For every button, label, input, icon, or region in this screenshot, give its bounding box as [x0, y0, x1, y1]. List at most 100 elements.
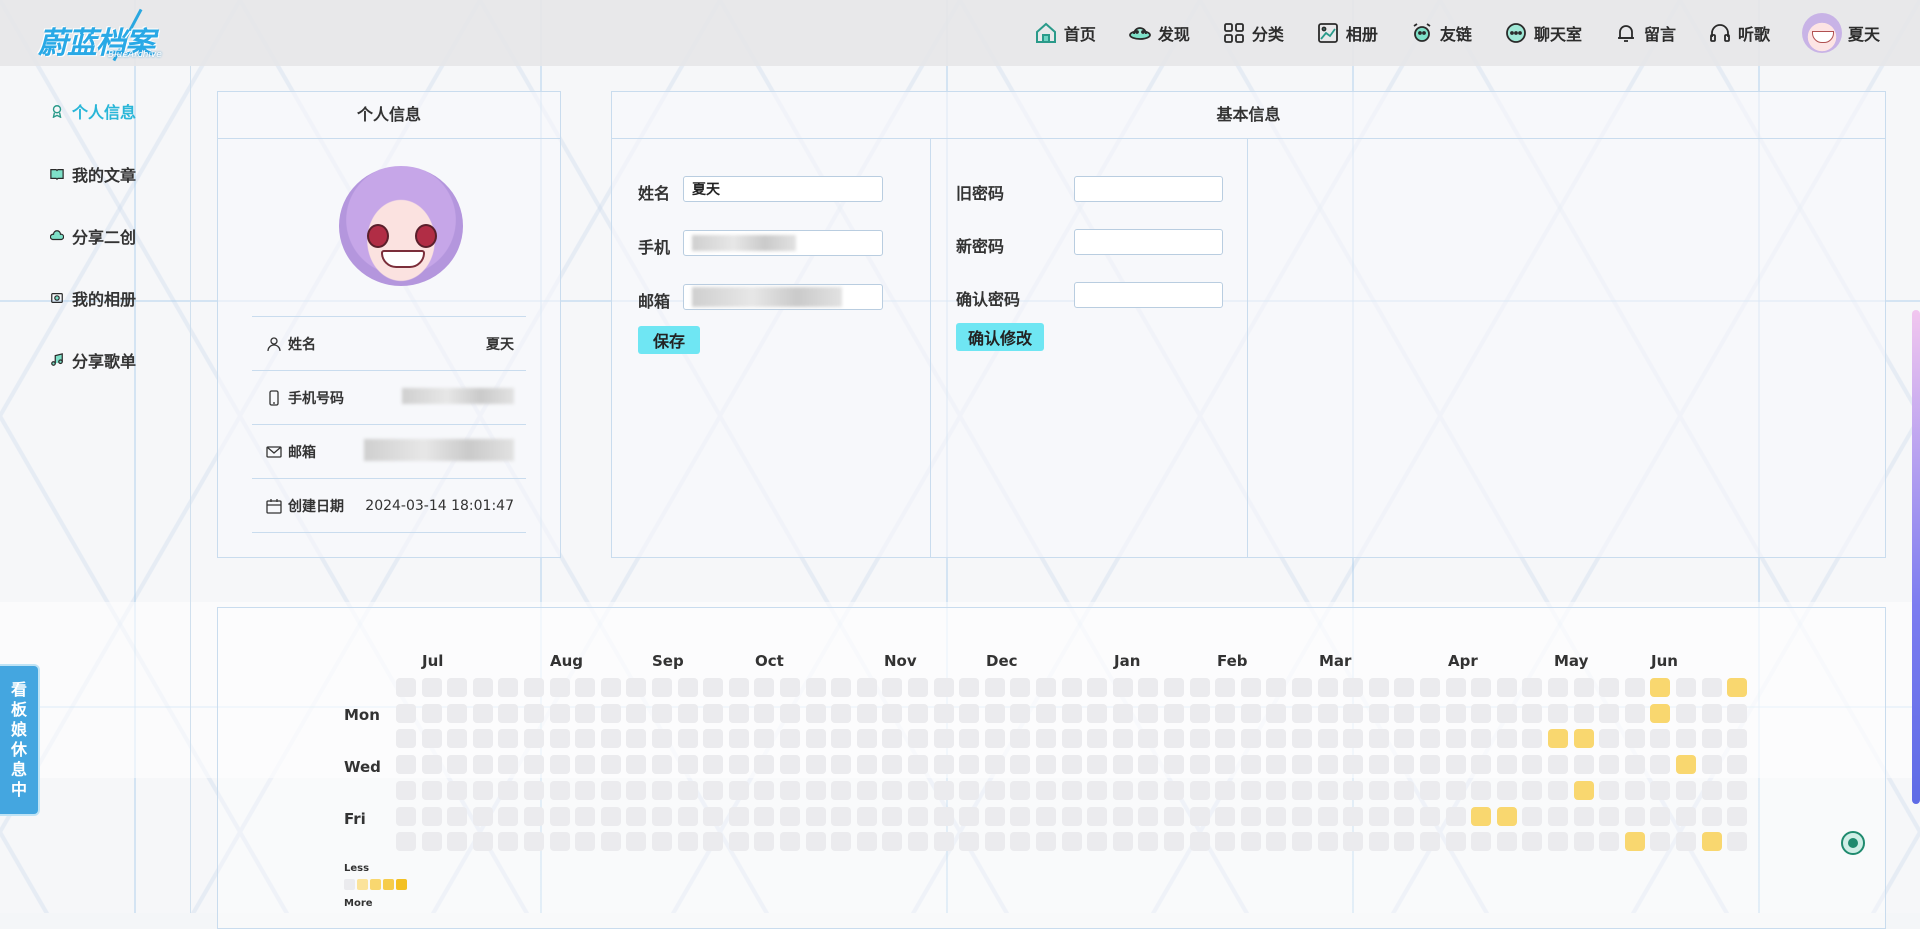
heatmap-cell[interactable] [1087, 678, 1108, 697]
heatmap-cell[interactable] [1215, 806, 1236, 826]
heatmap-cell[interactable] [882, 780, 903, 800]
heatmap-cell[interactable] [1087, 729, 1108, 749]
heatmap-cell[interactable] [1036, 755, 1056, 775]
heatmap-cell[interactable] [1650, 729, 1671, 749]
heatmap-cell[interactable] [575, 832, 596, 852]
heatmap-cell[interactable] [1343, 806, 1364, 826]
heatmap-cell[interactable] [652, 780, 672, 800]
heatmap-cell[interactable] [421, 678, 442, 697]
heatmap-cell[interactable] [1343, 703, 1364, 723]
heatmap-cell[interactable] [1266, 729, 1287, 749]
heatmap-cell[interactable] [524, 729, 544, 749]
heatmap-cell[interactable] [1650, 755, 1671, 775]
heatmap-cell[interactable] [1112, 755, 1133, 775]
heatmap-cell[interactable] [1164, 806, 1184, 826]
heatmap-cell[interactable] [1471, 806, 1492, 826]
heatmap-cell[interactable] [1138, 703, 1159, 723]
heatmap-cell[interactable] [1215, 703, 1236, 723]
heatmap-cell[interactable] [626, 780, 647, 800]
heatmap-cell[interactable] [1087, 780, 1108, 800]
heatmap-cell[interactable] [498, 703, 519, 723]
heatmap-cell[interactable] [1624, 703, 1645, 723]
heatmap-cell[interactable] [1676, 755, 1696, 775]
heatmap-cell[interactable] [933, 806, 954, 826]
heatmap-cell[interactable] [1394, 806, 1415, 826]
heatmap-cell[interactable] [1010, 806, 1031, 826]
heatmap-cell[interactable] [1573, 703, 1594, 723]
heatmap-cell[interactable] [1292, 755, 1312, 775]
heatmap-cell[interactable] [1420, 780, 1440, 800]
heatmap-cell[interactable] [1496, 729, 1517, 749]
heatmap-cell[interactable] [728, 755, 749, 775]
heatmap-cell[interactable] [1215, 780, 1236, 800]
heatmap-cell[interactable] [1599, 729, 1620, 749]
heatmap-cell[interactable] [626, 729, 647, 749]
heatmap-cell[interactable] [1215, 678, 1236, 697]
heatmap-cell[interactable] [1164, 755, 1184, 775]
heatmap-cell[interactable] [1624, 832, 1645, 852]
heatmap-cell[interactable] [1164, 729, 1184, 749]
heatmap-cell[interactable] [703, 678, 724, 697]
heatmap-cell[interactable] [1394, 832, 1415, 852]
heatmap-cell[interactable] [1317, 806, 1338, 826]
heatmap-cell[interactable] [1266, 832, 1287, 852]
heatmap-cell[interactable] [1189, 755, 1210, 775]
heatmap-cell[interactable] [1599, 806, 1620, 826]
heatmap-cell[interactable] [703, 729, 724, 749]
heatmap-cell[interactable] [1010, 729, 1031, 749]
heatmap-cell[interactable] [1010, 755, 1031, 775]
heatmap-cell[interactable] [1599, 703, 1620, 723]
nav-item-discover[interactable]: 发现 [1128, 21, 1190, 45]
heatmap-cell[interactable] [1266, 755, 1287, 775]
heatmap-cell[interactable] [549, 729, 570, 749]
heatmap-cell[interactable] [856, 832, 877, 852]
heatmap-cell[interactable] [703, 780, 724, 800]
heatmap-cell[interactable] [1164, 780, 1184, 800]
heatmap-cell[interactable] [805, 703, 826, 723]
heatmap-cell[interactable] [1061, 729, 1082, 749]
heatmap-cell[interactable] [1087, 703, 1108, 723]
heatmap-cell[interactable] [677, 832, 698, 852]
new-password-field[interactable] [1074, 229, 1223, 255]
heatmap-cell[interactable] [908, 729, 928, 749]
heatmap-cell[interactable] [1317, 703, 1338, 723]
heatmap-cell[interactable] [1394, 678, 1415, 697]
heatmap-cell[interactable] [1496, 780, 1517, 800]
heatmap-cell[interactable] [472, 780, 493, 800]
heatmap-cell[interactable] [575, 806, 596, 826]
heatmap-cell[interactable] [1471, 780, 1492, 800]
heatmap-cell[interactable] [984, 729, 1005, 749]
heatmap-cell[interactable] [1394, 755, 1415, 775]
heatmap-cell[interactable] [1087, 806, 1108, 826]
heatmap-cell[interactable] [1727, 755, 1748, 775]
heatmap-cell[interactable] [575, 703, 596, 723]
heatmap-cell[interactable] [1061, 755, 1082, 775]
heatmap-cell[interactable] [1496, 703, 1517, 723]
heatmap-cell[interactable] [575, 678, 596, 697]
heatmap-cell[interactable] [626, 678, 647, 697]
heatmap-cell[interactable] [1189, 729, 1210, 749]
heatmap-cell[interactable] [652, 806, 672, 826]
heatmap-cell[interactable] [933, 780, 954, 800]
heatmap-cell[interactable] [1420, 755, 1440, 775]
heatmap-cell[interactable] [1292, 703, 1312, 723]
heatmap-cell[interactable] [805, 806, 826, 826]
heatmap-cell[interactable] [1676, 703, 1696, 723]
heatmap-cell[interactable] [856, 729, 877, 749]
heatmap-cell[interactable] [1368, 806, 1389, 826]
heatmap-cell[interactable] [703, 703, 724, 723]
heatmap-cell[interactable] [549, 832, 570, 852]
heatmap-cell[interactable] [1548, 806, 1568, 826]
heatmap-cell[interactable] [1036, 832, 1056, 852]
heatmap-cell[interactable] [1292, 780, 1312, 800]
heatmap-cell[interactable] [831, 780, 852, 800]
heatmap-cell[interactable] [908, 755, 928, 775]
heatmap-cell[interactable] [1496, 755, 1517, 775]
confirm-change-button[interactable]: 确认修改 [956, 323, 1044, 351]
heatmap-cell[interactable] [805, 678, 826, 697]
heatmap-cell[interactable] [1471, 678, 1492, 697]
heatmap-cell[interactable] [754, 703, 775, 723]
heatmap-cell[interactable] [600, 755, 621, 775]
heatmap-cell[interactable] [1112, 832, 1133, 852]
heatmap-cell[interactable] [1061, 832, 1082, 852]
